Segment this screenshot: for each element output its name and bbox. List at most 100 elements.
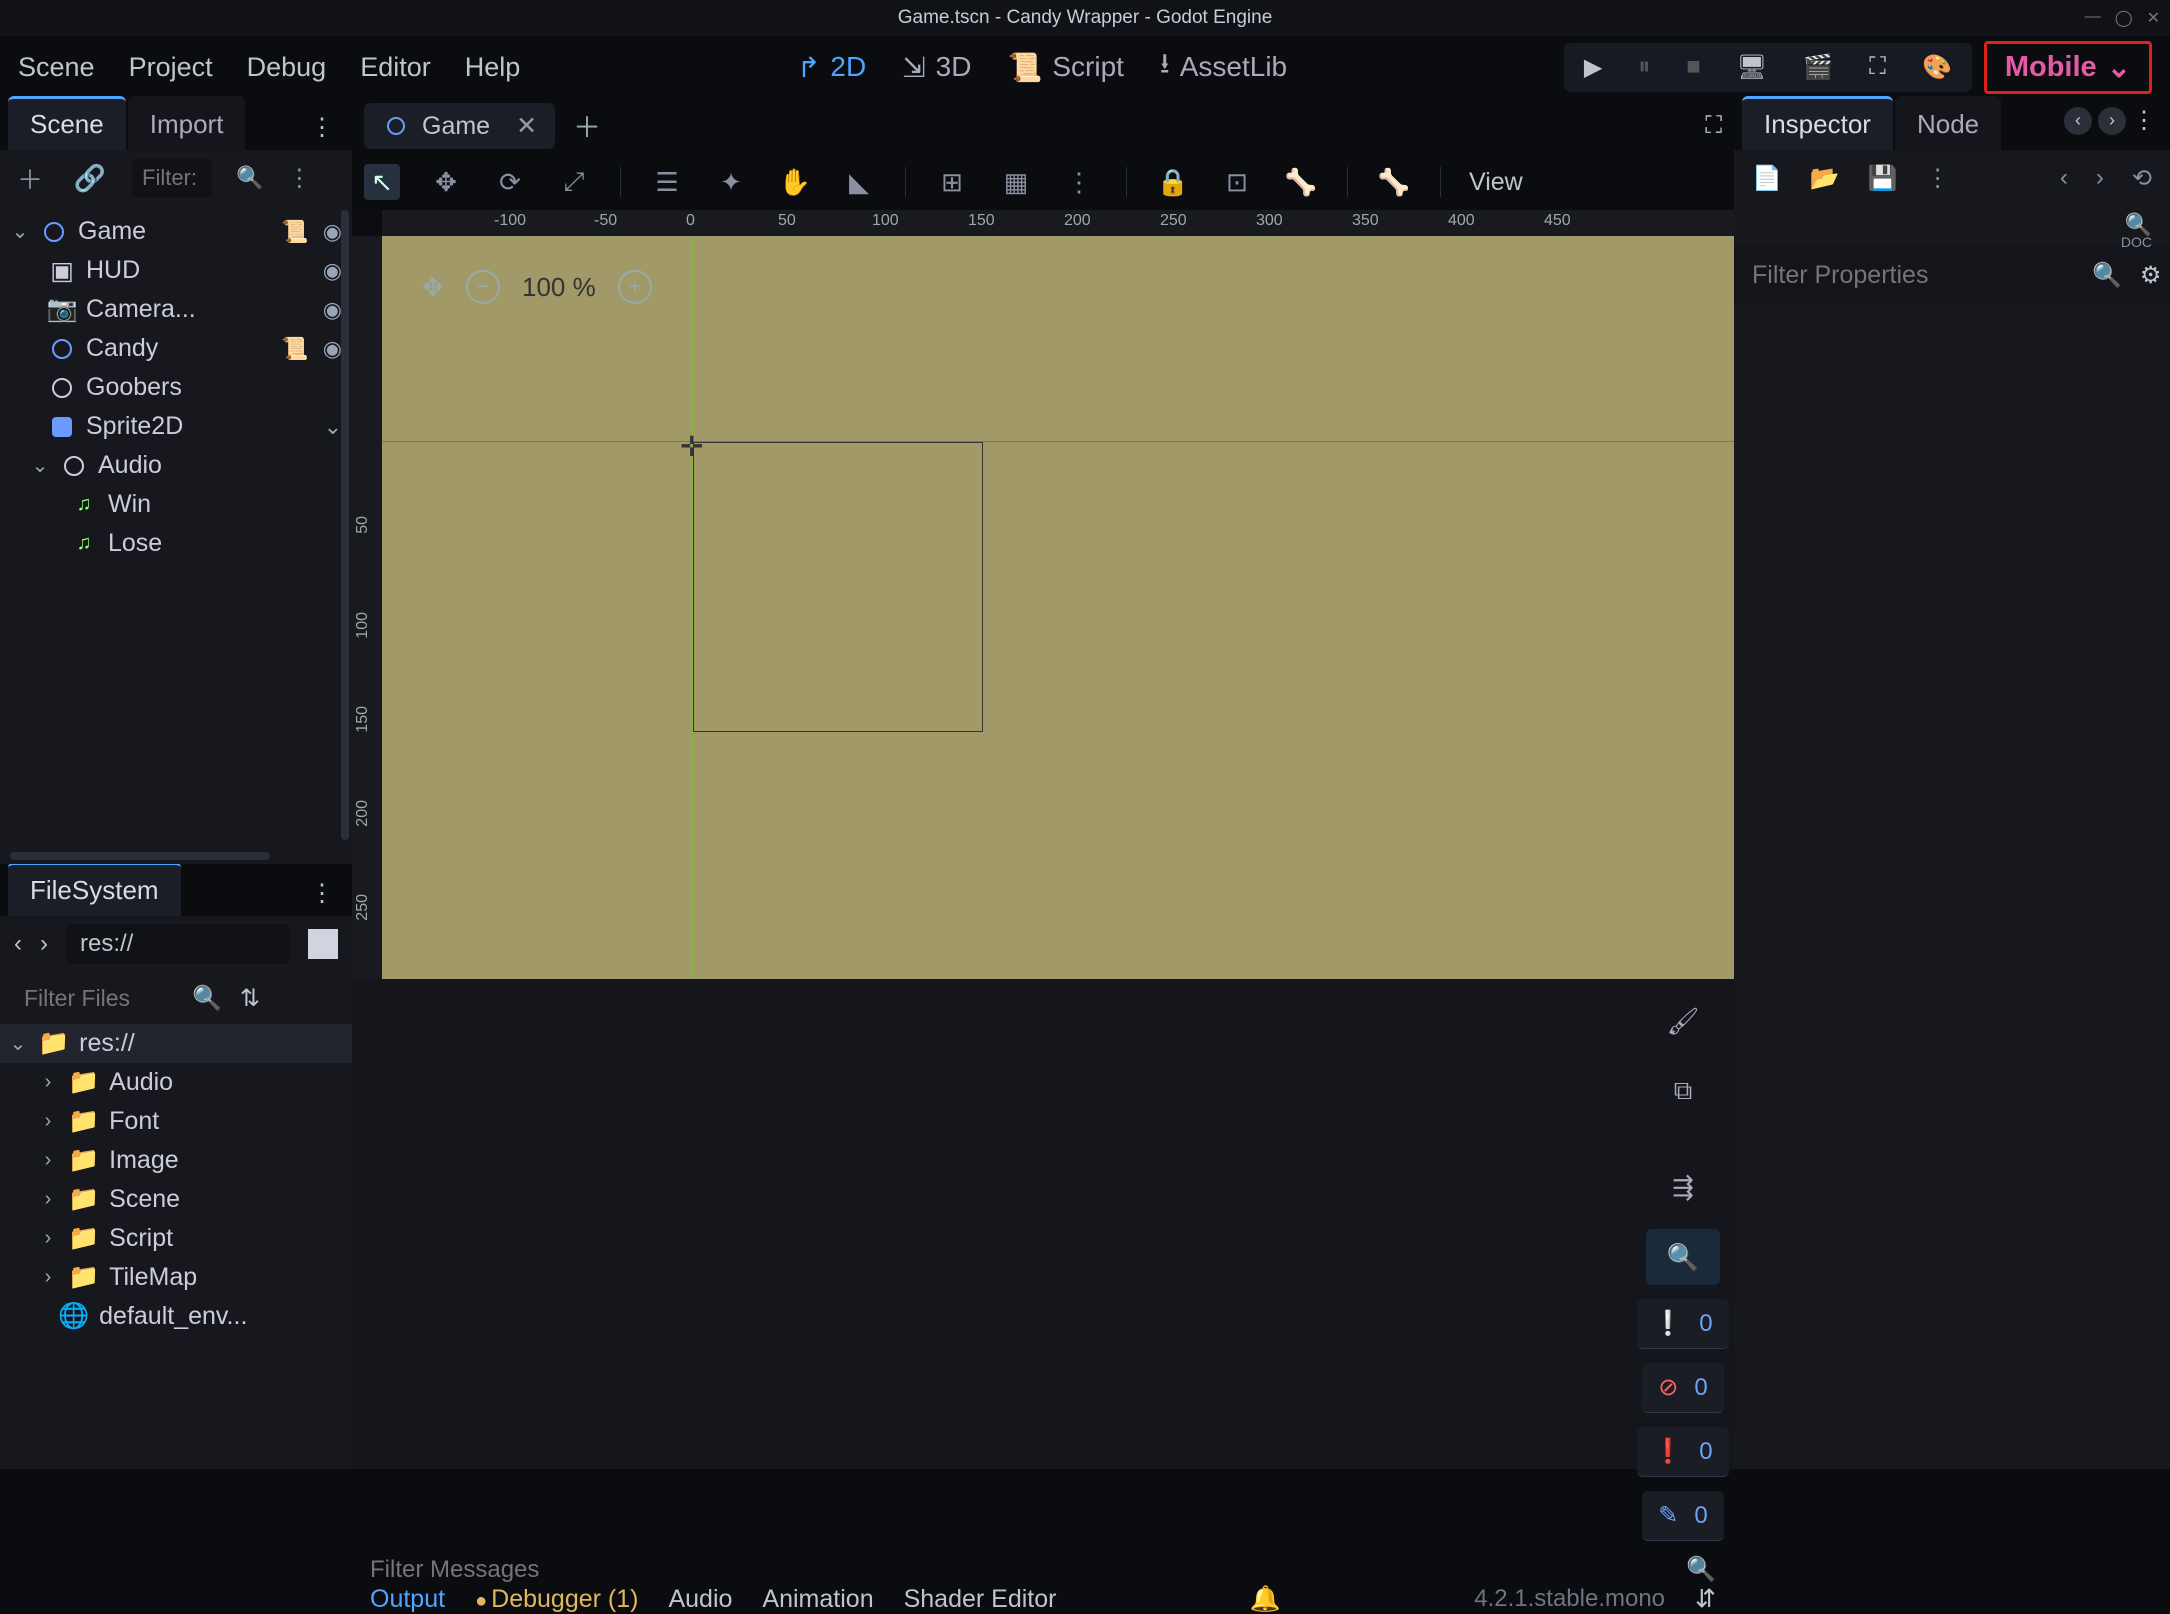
history-back-icon[interactable]: ‹ [2064,107,2092,135]
bottom-tab-shader[interactable]: Shader Editor [904,1585,1057,1614]
scene-tree-node-candy[interactable]: Candy 📜◉ [2,329,350,368]
filter-settings-icon[interactable]: ⚙ [2140,261,2162,290]
fs-folder-audio[interactable]: ›📁Audio [0,1063,352,1102]
view-menu[interactable]: View [1469,168,1523,197]
scene-tree-vscrollbar[interactable] [341,210,349,840]
chevron-down-icon[interactable]: ⌄ [30,453,50,478]
distraction-free-icon[interactable]: ⛶ [1705,112,1722,140]
scene-tree-hscrollbar[interactable] [10,852,270,860]
visibility-icon[interactable]: ◉ [323,336,342,362]
sort-icon[interactable]: ⇅ [240,984,260,1013]
inspector-panel-menu-icon[interactable]: ⋮ [2132,106,2158,135]
history-icon[interactable]: ⟲ [2132,164,2152,193]
load-resource-icon[interactable]: 📂 [1810,164,1840,193]
menu-help[interactable]: Help [465,52,521,83]
history-forward-icon[interactable]: › [2098,107,2126,135]
scene-tree-node-audio[interactable]: ⌄ Audio [2,446,350,485]
window-minimize-button[interactable]: — [2085,8,2101,28]
script-icon[interactable]: 📜 [281,336,308,362]
view-3d-button[interactable]: ⇲ 3D [902,51,971,84]
zoom-level[interactable]: 100 % [522,272,596,303]
play-custom-button[interactable]: 🎨 [1922,53,1952,82]
copy-output-icon[interactable]: ⧉ [1646,1063,1720,1119]
notification-icon[interactable]: 🔔 [1250,1585,1281,1614]
scale-tool-icon[interactable]: ⤢ [556,164,592,200]
script-icon[interactable]: 📜 [281,219,308,245]
add-tab-button[interactable]: ＋ [573,106,601,146]
fs-back-button[interactable]: ‹ [14,930,22,958]
fs-filter-input[interactable] [14,979,174,1018]
expand-dock-icon[interactable]: ⇵ [1695,1584,1716,1614]
resource-menu-icon[interactable]: ⋮ [1926,164,1952,193]
clear-output-icon[interactable]: 🖌 [1646,993,1720,1049]
zoom-in-button[interactable]: + [618,270,652,304]
fs-path-input[interactable]: res:// [66,924,290,964]
pan-tool-icon[interactable]: ✋ [777,164,813,200]
bottom-tab-animation[interactable]: Animation [762,1585,873,1614]
search-icon[interactable]: 🔍 [236,165,263,191]
rotate-tool-icon[interactable]: ⟳ [492,164,528,200]
list-tool-icon[interactable]: ☰ [649,164,685,200]
scene-tree-node-hud[interactable]: ▣ HUD ◉ [2,251,350,290]
save-resource-icon[interactable]: 💾 [1868,164,1898,193]
grid-snap-icon[interactable]: ▦ [998,164,1034,200]
window-close-button[interactable]: ✕ [2147,8,2160,28]
visibility-icon[interactable]: ◉ [323,258,342,284]
bottom-tab-output[interactable]: Output [370,1585,445,1614]
fs-folder-image[interactable]: ›📁Image [0,1141,352,1180]
fs-file-default-env[interactable]: 🌐default_env... [0,1297,352,1336]
bottom-tab-debugger[interactable]: ●Debugger (1) [475,1585,638,1614]
fs-folder-tilemap[interactable]: ›📁TileMap [0,1258,352,1297]
scene-tree-node-game[interactable]: ⌄ Game 📜◉ [2,212,350,251]
search-icon[interactable]: 🔍 [192,984,222,1013]
view-assetlib-button[interactable]: ⭳ AssetLib [1160,43,1287,91]
error-filter[interactable]: ⊘0 [1642,1363,1723,1413]
fs-forward-button[interactable]: › [40,930,48,958]
fs-folder-font[interactable]: ›📁Font [0,1102,352,1141]
pause-button[interactable]: ⏸ [1638,53,1650,81]
group-icon[interactable]: ⊡ [1219,164,1255,200]
tab-filesystem[interactable]: FileSystem [8,862,181,916]
view-script-button[interactable]: 📜 Script [1007,51,1123,84]
tab-scene[interactable]: Scene [8,96,126,150]
chevron-down-icon[interactable]: ⌄ [8,1031,28,1056]
pivot-tool-icon[interactable]: ✦ [713,164,749,200]
scene-filter-input[interactable] [132,159,212,197]
snap-toggle-icon[interactable]: ⊞ [934,164,970,200]
fs-view-toggle-icon[interactable] [308,929,338,959]
info-filter[interactable]: ❕0 [1637,1299,1728,1349]
scene-tree-node-lose[interactable]: ♫ Lose [2,524,350,563]
scene-tree-node-sprite2d[interactable]: Sprite2D ⌄ [2,407,350,446]
new-resource-icon[interactable]: 📄 [1752,164,1782,193]
chevron-down-icon[interactable]: ⌄ [10,219,30,244]
scene-tree-node-camera[interactable]: 📷 Camera... ◉ [2,290,350,329]
property-filter-input[interactable] [1752,261,2074,290]
warning-filter[interactable]: ❗0 [1637,1427,1728,1477]
2d-viewport[interactable]: -100 -50 0 50 100 150 200 250 300 350 40… [352,210,1734,979]
fs-folder-scene[interactable]: ›📁Scene [0,1180,352,1219]
fs-folder-script[interactable]: ›📁Script [0,1219,352,1258]
fs-root-folder[interactable]: ⌄ 📁 res:// [0,1024,352,1063]
tab-import[interactable]: Import [128,96,246,150]
nav-forward-icon[interactable]: › [2096,164,2104,193]
chevron-toggle-icon[interactable]: ⌄ [324,414,342,440]
menu-scene[interactable]: Scene [18,52,95,83]
tab-inspector[interactable]: Inspector [1742,96,1893,150]
movie-button[interactable]: 🎬 [1803,53,1833,82]
selection-rect[interactable] [693,442,983,732]
add-node-icon[interactable]: ＋ [12,160,48,196]
scene-tree-node-win[interactable]: ♫ Win [2,485,350,524]
menu-project[interactable]: Project [129,52,213,83]
move-tool-icon[interactable]: ✥ [428,164,464,200]
renderer-dropdown[interactable]: Mobile ⌄ [1984,41,2152,94]
select-tool-icon[interactable]: ↖ [364,164,400,200]
nav-back-icon[interactable]: ‹ [2060,164,2068,193]
search-icon[interactable]: 🔍 [1686,1555,1716,1584]
fs-panel-menu-icon[interactable]: ⋮ [302,871,344,916]
bone-icon[interactable]: 🦴 [1283,164,1319,200]
scene-toolbar-menu-icon[interactable]: ⋮ [287,164,313,193]
play-scene-button[interactable]: ⛶ [1869,53,1886,81]
edit-filter[interactable]: ✎0 [1642,1491,1723,1541]
visibility-icon[interactable]: ◉ [323,219,342,245]
view-2d-button[interactable]: ↱ 2D [797,51,866,84]
